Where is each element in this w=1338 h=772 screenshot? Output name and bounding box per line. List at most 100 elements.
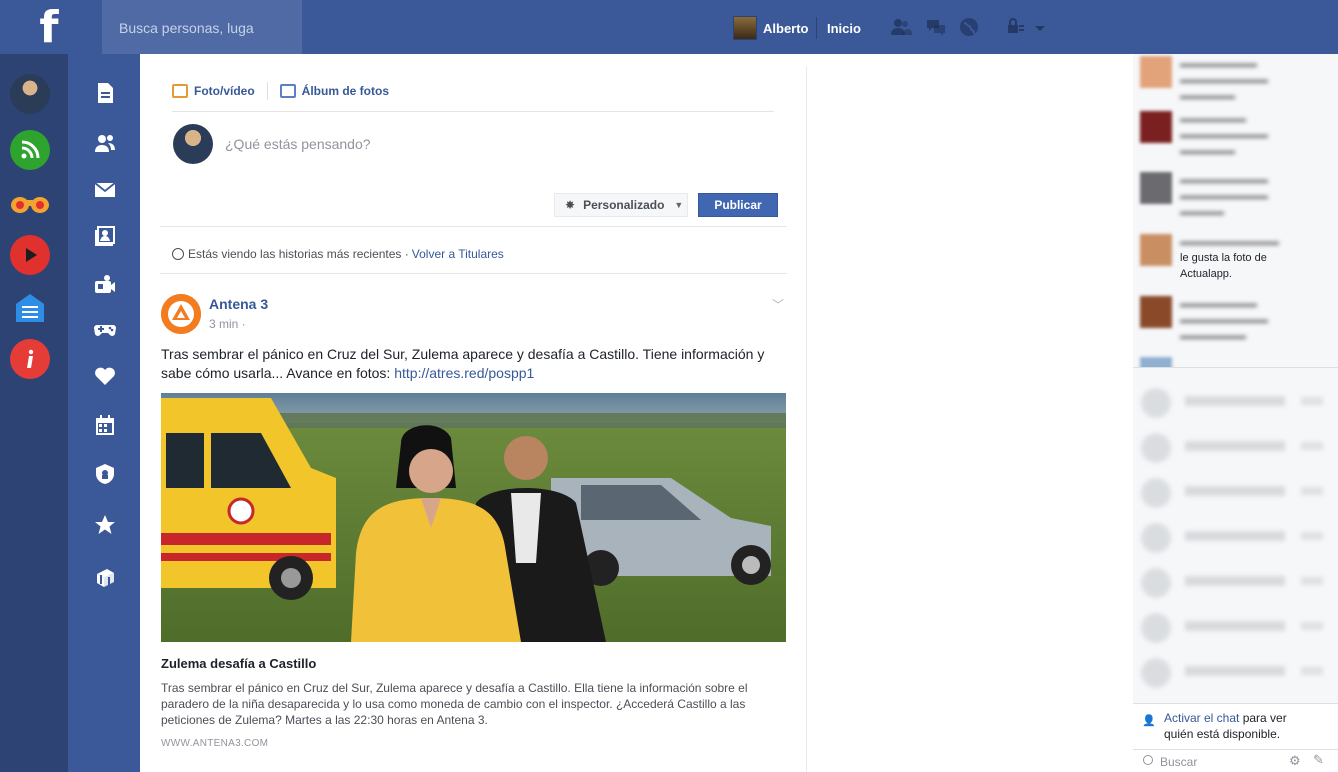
album-icon xyxy=(279,84,296,98)
rss-icon[interactable] xyxy=(10,130,50,170)
post-link[interactable]: http://atres.red/pospp1 xyxy=(394,365,534,381)
tab-photo-label: Foto/vídeo xyxy=(194,84,255,98)
gear-icon: ✸ xyxy=(565,198,576,212)
ticker-thumbnail xyxy=(1140,111,1172,143)
ticker-text-blurred: ▬▬▬▬▬▬▬ ▬▬▬▬▬▬▬▬ ▬▬▬▬▬▬ xyxy=(1180,298,1268,342)
chat-contact-list xyxy=(1133,368,1338,703)
gear-icon[interactable]: ⚙ xyxy=(1289,753,1301,769)
divider xyxy=(172,111,774,112)
ticker-item[interactable]: ▬▬▬▬▬▬▬▬▬ le gusta la foto de Actualapp. xyxy=(1140,234,1335,284)
top-bar: f Busca personas, luga Alberto Inicio xyxy=(0,0,1338,54)
camera-icon[interactable] xyxy=(92,272,118,298)
antena3-logo-icon xyxy=(161,294,201,334)
ticker-thumbnail xyxy=(1140,56,1172,88)
ticker-thumbnail xyxy=(1140,357,1172,367)
ticker-item[interactable]: ▬▬▬▬▬▬▬ ▬▬▬▬▬▬▬▬ ▬▬▬▬▬▬ xyxy=(1140,296,1335,346)
post-timestamp[interactable]: 3 min · xyxy=(209,317,246,331)
publish-button[interactable]: Publicar xyxy=(698,193,778,217)
composer-tabs: Foto/vídeo Álbum de fotos xyxy=(172,82,389,100)
person-icon: 👤 xyxy=(1142,715,1156,727)
shield-icon[interactable] xyxy=(92,461,118,487)
tab-photo-video[interactable]: Foto/vídeo xyxy=(172,84,255,98)
photos-icon[interactable] xyxy=(92,223,118,249)
settings-menu-icon[interactable] xyxy=(1007,17,1047,37)
chat-contact[interactable] xyxy=(1141,523,1331,553)
privacy-selector[interactable]: ✸ Personalizado ▼ xyxy=(554,193,688,217)
activate-chat-text-2: quién está disponible. xyxy=(1164,727,1281,741)
calendar-icon[interactable] xyxy=(92,412,118,438)
photo-icon xyxy=(172,84,188,98)
feed-sort-notice: Estás viendo las historias más recientes… xyxy=(172,247,504,261)
link-title[interactable]: Zulema desafía a Castillo xyxy=(161,656,316,671)
notifications-globe-icon[interactable] xyxy=(958,17,980,37)
star-icon[interactable] xyxy=(92,512,118,538)
feed-sort-text: Estás viendo las historias más recientes… xyxy=(188,247,409,261)
friend-requests-icon[interactable] xyxy=(890,17,912,37)
divider xyxy=(160,226,787,227)
chat-contact[interactable] xyxy=(1141,613,1331,643)
divider xyxy=(266,82,268,100)
heart-icon[interactable] xyxy=(92,363,118,389)
search-icon xyxy=(1143,755,1153,765)
ticker-text-blurred: ▬▬▬▬▬▬▬▬▬▬▬▬▬▬▬▬▬▬▬▬ xyxy=(1180,58,1268,102)
chat-contact[interactable] xyxy=(1141,658,1331,688)
home-link[interactable]: Inicio xyxy=(827,21,861,36)
ticker-thumbnail xyxy=(1140,296,1172,328)
messages-icon[interactable] xyxy=(925,17,947,37)
gamepad-icon[interactable] xyxy=(92,316,118,342)
activity-ticker: ▬▬▬▬▬▬▬ ▬▬▬▬▬▬▬▬ ▬▬▬▬▬ ▬▬▬▬▬▬ ▬▬▬▬▬▬▬▬ ▬▬▬▬▬… xyxy=(1133,54,1338,367)
gift-icon[interactable] xyxy=(92,564,118,590)
post-options-chevron-icon[interactable]: ﹀ xyxy=(772,296,784,313)
ticker-line-1: le gusta la foto de xyxy=(1180,252,1267,264)
column-divider xyxy=(806,66,807,772)
search-input[interactable]: Busca personas, luga xyxy=(102,0,302,54)
chat-contact[interactable] xyxy=(1141,568,1331,598)
chevron-down-icon: ▼ xyxy=(674,200,684,210)
ticker-item[interactable]: ▬▬▬▬▬▬▬▬▬▬▬▬▬▬▬▬▬▬▬▬ xyxy=(1140,56,1335,106)
info-icon[interactable] xyxy=(10,339,50,379)
privacy-label: Personalizado xyxy=(583,198,665,212)
scene-illustration xyxy=(161,393,786,642)
chat-search-placeholder: Buscar xyxy=(1160,755,1198,769)
page-avatar[interactable] xyxy=(161,294,201,334)
activate-chat-text: para ver xyxy=(1239,711,1287,725)
clock-icon xyxy=(172,248,184,260)
tab-photo-album[interactable]: Álbum de fotos xyxy=(279,84,389,98)
document-icon[interactable] xyxy=(92,80,118,106)
post-author[interactable]: Antena 3 xyxy=(209,296,268,312)
ticker-item[interactable]: ▬▬▬▬▬▬▬▬▬▬▬▬▬▬▬▬▬▬▬▬ xyxy=(1140,172,1335,222)
chat-contact[interactable] xyxy=(1141,388,1331,418)
friends-icon[interactable] xyxy=(92,130,118,156)
ticker-text-blurred: ▬▬▬▬▬▬ ▬▬▬▬▬▬▬▬ ▬▬▬▬▬ xyxy=(1180,113,1268,157)
envelope-icon[interactable] xyxy=(92,177,118,203)
profile-link[interactable]: Alberto xyxy=(733,16,809,40)
home-menu-icon[interactable] xyxy=(10,288,50,328)
chat-search-input[interactable]: Buscar ⚙ ✎ xyxy=(1133,749,1338,772)
ticker-text-blurred: ▬▬▬▬▬▬▬▬▬▬▬▬▬▬▬▬▬▬▬▬ xyxy=(1180,174,1268,218)
divider xyxy=(816,17,817,39)
binoculars-icon[interactable] xyxy=(10,183,50,223)
user-name: Alberto xyxy=(763,20,809,36)
back-to-top-stories-link[interactable]: Volver a Titulares xyxy=(412,247,504,261)
post-image[interactable] xyxy=(161,393,786,642)
ticker-text-blurred: ▬▬▬▬▬▬▬▬▬ xyxy=(1180,236,1279,248)
link-domain: WWW.ANTENA3.COM xyxy=(161,738,269,749)
status-input[interactable]: ¿Qué estás pensando? xyxy=(225,136,371,152)
chat-contact[interactable] xyxy=(1141,433,1331,463)
profile-avatar[interactable] xyxy=(10,74,50,114)
ticker-item[interactable]: ▬▬▬▬▬▬ ▬▬▬▬▬▬▬▬ ▬▬▬▬▬ xyxy=(1140,111,1335,161)
chat-contact[interactable] xyxy=(1141,478,1331,508)
ticker-item[interactable] xyxy=(1140,357,1335,367)
activate-chat-link[interactable]: Activar el chat xyxy=(1164,711,1239,725)
facebook-logo[interactable]: f xyxy=(0,0,98,54)
link-description: Tras sembrar el pánico en Cruz del Sur, … xyxy=(161,681,748,727)
tab-album-label: Álbum de fotos xyxy=(301,84,389,98)
ticker-text: ▬▬▬▬▬▬▬▬▬ le gusta la foto de Actualapp. xyxy=(1180,234,1330,282)
compose-icon[interactable]: ✎ xyxy=(1313,752,1324,768)
avatar xyxy=(733,16,757,40)
divider xyxy=(160,273,787,274)
avatar xyxy=(173,124,213,164)
ticker-thumbnail xyxy=(1140,234,1172,266)
play-icon[interactable] xyxy=(10,235,50,275)
ticker-line-2: Actualapp. xyxy=(1180,268,1232,280)
